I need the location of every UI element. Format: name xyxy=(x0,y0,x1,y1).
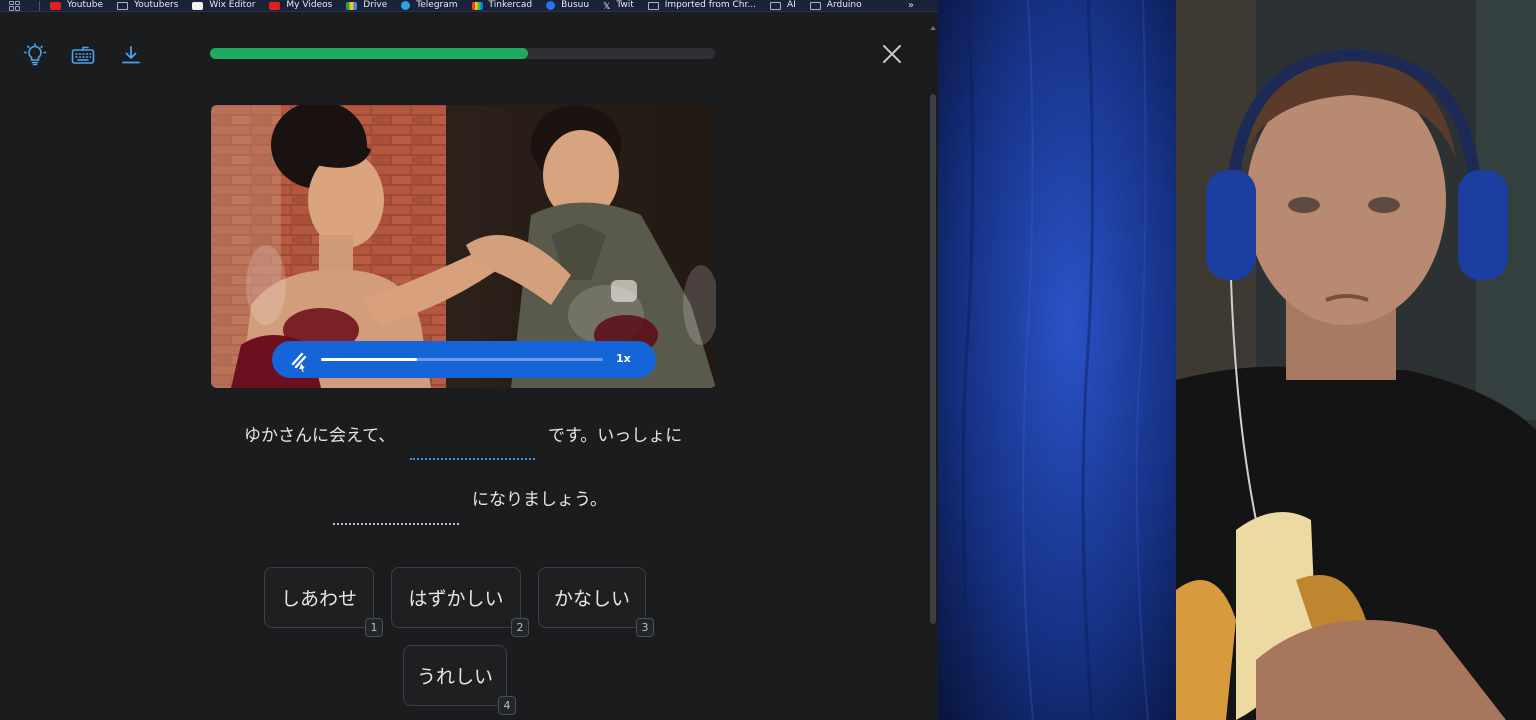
choice-shortcut-badge: 4 xyxy=(498,696,516,715)
exercise-image: 1x xyxy=(211,105,716,388)
busuu-icon xyxy=(546,1,556,10)
bookmark-tinkercad[interactable]: Tinkercad xyxy=(471,0,532,11)
close-button[interactable] xyxy=(877,39,907,69)
bookmark-imported[interactable]: Imported from Chr... xyxy=(647,0,756,11)
close-icon xyxy=(883,45,901,63)
choice-shortcut-badge: 2 xyxy=(511,618,529,637)
audio-player[interactable]: 1x xyxy=(272,341,656,378)
choice-label: しあわせ xyxy=(280,588,357,610)
webcam-person-image xyxy=(1176,0,1536,720)
playback-speed-button[interactable]: 1x xyxy=(616,351,631,367)
choice-button-1[interactable]: しあわせ 1 xyxy=(264,567,383,637)
choice-button-3[interactable]: かなしい 3 xyxy=(538,567,654,637)
sentence-part-1: ゆかさんに会えて、 xyxy=(244,426,396,446)
lesson-progress-fill xyxy=(210,48,529,59)
bookmark-youtube[interactable]: Youtube xyxy=(50,0,103,11)
choice-label: はずかしい xyxy=(408,588,504,610)
sentence-part-3: になりましょう。 xyxy=(472,490,607,510)
bookmark-wix-editor[interactable]: Wix Editor xyxy=(192,0,255,11)
apps-grid-icon[interactable] xyxy=(9,0,21,11)
wood-texture xyxy=(938,0,1176,720)
scrollbar-thumb[interactable] xyxy=(930,94,936,624)
folder-icon xyxy=(769,1,781,10)
bookmark-ai[interactable]: AI xyxy=(769,0,796,11)
play-audio-icon[interactable] xyxy=(288,350,310,372)
choice-button-2[interactable]: はずかしい 2 xyxy=(391,567,529,637)
blue-wood-background xyxy=(938,0,1176,720)
audio-progress-fill xyxy=(321,358,417,361)
answer-blank-2[interactable] xyxy=(333,523,459,525)
youtube-icon xyxy=(269,1,281,10)
audio-progress-bar[interactable] xyxy=(321,358,603,361)
choice-shortcut-badge: 3 xyxy=(636,618,654,637)
wix-icon xyxy=(192,1,204,10)
folder-icon xyxy=(647,1,659,10)
webcam-video xyxy=(1176,0,1536,720)
youtube-icon xyxy=(50,1,61,10)
x-icon: 𝕏 xyxy=(603,1,611,12)
bookmark-telegram[interactable]: Telegram xyxy=(401,0,458,11)
bookmark-busuu[interactable]: Busuu xyxy=(546,0,589,11)
scroll-up-icon[interactable] xyxy=(930,26,936,30)
choice-label: かなしい xyxy=(553,588,630,610)
screen: Youtube Youtubers Wix Editor My Videos D… xyxy=(0,0,1536,720)
page-scrollbar[interactable] xyxy=(928,12,938,720)
bookmark-drive[interactable]: Drive xyxy=(346,0,387,11)
sentence-part-2: です。いっしょに xyxy=(548,426,683,446)
keyboard-icon[interactable] xyxy=(70,42,96,68)
lightbulb-icon[interactable] xyxy=(22,42,48,68)
choice-button-4[interactable]: うれしい 4 xyxy=(403,645,516,715)
bookmarks-overflow-button[interactable]: » xyxy=(908,0,914,11)
answer-blank-1[interactable] xyxy=(410,458,535,460)
drive-icon xyxy=(346,1,358,10)
tinkercad-icon xyxy=(471,1,483,10)
folder-icon xyxy=(809,1,821,10)
choice-label: うれしい xyxy=(416,666,493,688)
download-icon[interactable] xyxy=(118,42,144,68)
bookmarks-bar: Youtube Youtubers Wix Editor My Videos D… xyxy=(0,0,938,12)
bookmark-arduino[interactable]: Arduino xyxy=(809,0,862,11)
choice-shortcut-badge: 1 xyxy=(365,618,383,637)
lesson-app: 1x ゆかさんに会えて、 です。いっしょに になりましょう。 しあわせ 1 はず… xyxy=(0,12,928,720)
telegram-icon xyxy=(401,1,411,10)
bookmarks-separator xyxy=(39,0,40,11)
bookmark-youtubers[interactable]: Youtubers xyxy=(117,0,178,11)
bookmark-my-videos[interactable]: My Videos xyxy=(269,0,332,11)
bookmark-twit[interactable]: 𝕏 Twit xyxy=(603,0,634,11)
lesson-progress-bar xyxy=(210,48,715,59)
folder-icon xyxy=(117,1,128,10)
